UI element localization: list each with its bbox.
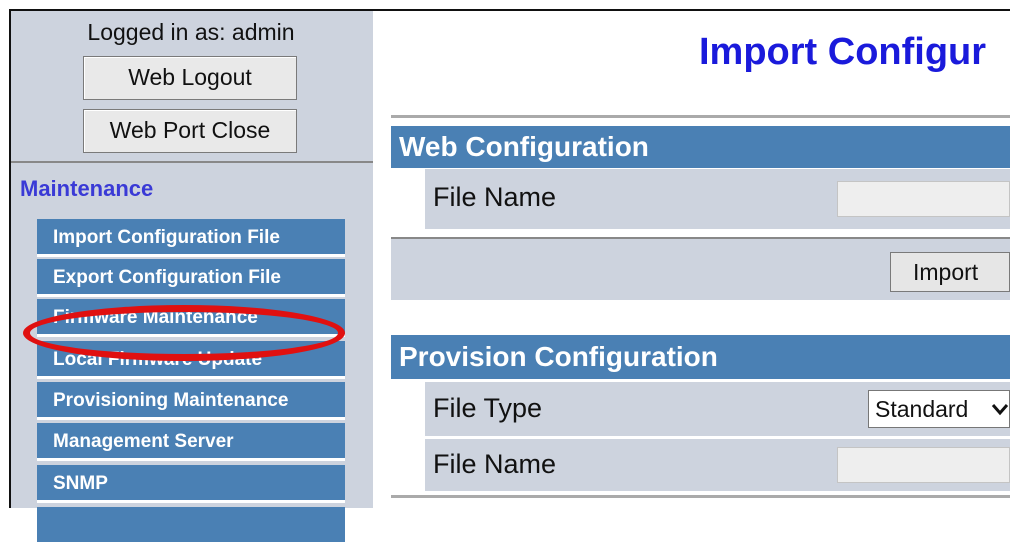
web-file-name-field[interactable]	[837, 181, 1010, 217]
provision-file-name-field[interactable]	[837, 447, 1010, 483]
sidebar-item-next[interactable]	[37, 507, 345, 545]
file-type-select[interactable]: Standard	[868, 390, 1010, 428]
sidebar-item-provisioning-maintenance[interactable]: Provisioning Maintenance	[37, 382, 345, 420]
sidebar-item-snmp[interactable]: SNMP	[37, 465, 345, 503]
sidebar-section-maintenance: Maintenance	[20, 176, 154, 201]
import-button[interactable]: Import	[890, 252, 1010, 292]
provision-configuration-header: Provision Configuration	[391, 335, 1010, 379]
web-file-name-row: File Name	[425, 169, 1010, 229]
sidebar-item-export-configuration-file[interactable]: Export Configuration File	[37, 259, 345, 297]
bottom-divider	[391, 495, 1010, 498]
file-type-selected-value: Standard	[875, 396, 969, 422]
sidebar-item-import-configuration-file[interactable]: Import Configuration File	[37, 219, 345, 257]
sidebar-divider	[11, 161, 373, 163]
main-content: Import Configur Web Configuration File N…	[373, 9, 1010, 508]
web-configuration-header: Web Configuration	[391, 126, 1010, 168]
sidebar-item-management-server[interactable]: Management Server	[37, 423, 345, 461]
provision-file-type-row: File Type Standard	[425, 382, 1010, 436]
provision-file-type-label: File Type	[433, 393, 543, 423]
web-import-row: Import	[391, 237, 1010, 300]
web-port-close-button[interactable]: Web Port Close	[83, 109, 297, 153]
web-logout-button[interactable]: Web Logout	[83, 56, 297, 100]
provision-file-name-label: File Name	[433, 449, 557, 479]
logged-in-text: Logged in as: admin	[87, 19, 295, 45]
chevron-down-icon	[989, 391, 1009, 427]
app-frame: Logged in as: admin Web Logout Web Port …	[0, 0, 1010, 545]
provision-file-name-row: File Name	[425, 439, 1010, 491]
page-title: Import Configur	[699, 31, 987, 73]
sidebar-item-firmware-maintenance[interactable]: Firmware Maintenance	[37, 299, 345, 337]
sidebar: Logged in as: admin Web Logout Web Port …	[9, 9, 373, 545]
title-divider	[391, 115, 1010, 118]
web-file-name-label: File Name	[433, 182, 557, 212]
sidebar-item-local-firmware-update[interactable]: Local Firmware Update	[37, 341, 345, 379]
